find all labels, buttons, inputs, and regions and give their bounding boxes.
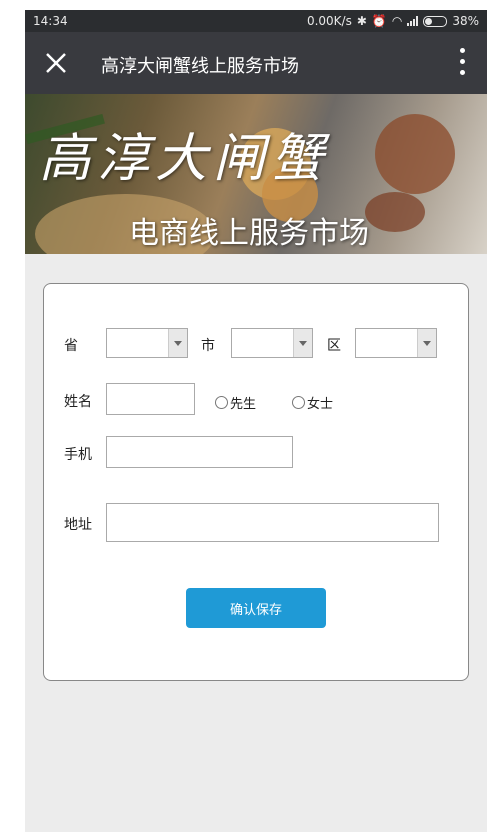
- province-select[interactable]: [106, 328, 188, 358]
- phone-input[interactable]: [106, 436, 293, 468]
- phone-screen: 14:34 0.00K/s ✱ ⏰ ◠ 38% 高淳大闸蟹线上服务市场 高淳大闸…: [25, 10, 487, 832]
- more-options-icon[interactable]: [459, 48, 465, 78]
- radio-circle-icon: [292, 396, 305, 409]
- address-form-card: 省 市 区 姓名 先生 女士 手机 地址 确认保存: [43, 283, 469, 681]
- district-label: 区: [327, 338, 341, 354]
- banner-subtitle: 电商线上服务市场: [129, 216, 369, 251]
- nav-title: 高淳大闸蟹线上服务市场: [101, 56, 299, 77]
- city-select[interactable]: [231, 328, 313, 358]
- banner-title: 高淳大闸蟹: [39, 129, 330, 189]
- radio-mr[interactable]: 先生: [215, 393, 256, 412]
- status-right: 0.00K/s ✱ ⏰ ◠ 38%: [307, 14, 479, 28]
- address-label: 地址: [64, 517, 92, 533]
- radio-ms-label: 女士: [307, 397, 334, 412]
- banner-image: 高淳大闸蟹 电商线上服务市场: [25, 94, 487, 254]
- network-speed: 0.00K/s: [306, 14, 352, 28]
- battery-level: 38%: [452, 14, 479, 28]
- bluetooth-icon: ✱: [356, 14, 367, 28]
- radio-circle-icon: [215, 396, 228, 409]
- address-input[interactable]: [106, 503, 439, 542]
- name-label: 姓名: [64, 394, 92, 410]
- district-select[interactable]: [355, 328, 437, 358]
- wifi-icon: ◠: [391, 14, 403, 28]
- province-label: 省: [64, 338, 78, 354]
- phone-label: 手机: [64, 447, 92, 463]
- chevron-down-icon: [168, 329, 187, 357]
- status-time: 14:34: [33, 14, 68, 28]
- radio-mr-label: 先生: [230, 397, 257, 412]
- radio-ms[interactable]: 女士: [292, 393, 333, 412]
- battery-icon: [423, 15, 448, 27]
- chevron-down-icon: [293, 329, 312, 357]
- close-icon[interactable]: [43, 50, 69, 76]
- city-label: 市: [201, 338, 215, 354]
- signal-icon: [407, 16, 419, 26]
- nav-bar: 高淳大闸蟹线上服务市场: [25, 32, 487, 94]
- chevron-down-icon: [417, 329, 436, 357]
- confirm-save-button[interactable]: 确认保存: [186, 588, 326, 628]
- alarm-icon: ⏰: [371, 14, 387, 28]
- name-input[interactable]: [106, 383, 195, 415]
- status-bar: 14:34 0.00K/s ✱ ⏰ ◠ 38%: [25, 10, 487, 32]
